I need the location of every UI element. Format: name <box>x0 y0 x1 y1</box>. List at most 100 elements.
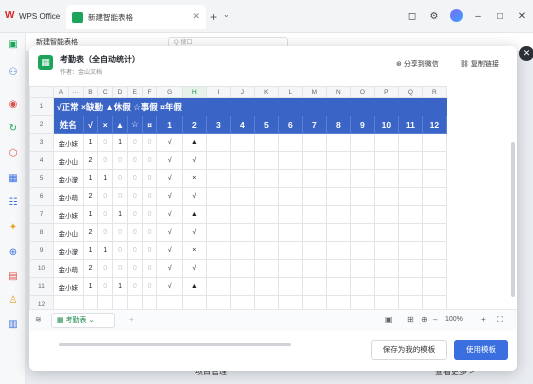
count-cell[interactable]: 0 <box>97 205 114 224</box>
day-cell[interactable]: ▲ <box>181 133 207 152</box>
empty-cell[interactable] <box>373 223 399 242</box>
settings-icon[interactable]: ⚙ <box>423 11 445 22</box>
count-cell[interactable]: 0 <box>141 223 158 242</box>
empty-cell[interactable] <box>205 187 231 206</box>
empty-cell[interactable] <box>229 223 255 242</box>
legend-cell[interactable]: √正常 ×缺勤 ▲休假 ☆事假 ¤年假 <box>53 97 183 116</box>
empty-cell[interactable] <box>253 151 279 170</box>
empty-cell[interactable] <box>253 277 279 296</box>
column-header[interactable]: B <box>82 86 99 98</box>
empty-cell[interactable] <box>325 205 351 224</box>
day-cell[interactable]: × <box>181 169 207 188</box>
column-header[interactable]: L <box>277 86 303 98</box>
day-cell[interactable]: √ <box>156 151 183 170</box>
empty-cell[interactable] <box>301 259 327 278</box>
count-cell[interactable]: 0 <box>141 133 158 152</box>
name-cell[interactable]: 金小萌 <box>53 259 84 278</box>
empty-cell[interactable] <box>349 277 375 296</box>
empty-cell[interactable] <box>277 205 303 224</box>
empty-cell[interactable] <box>373 133 399 152</box>
empty-cell[interactable] <box>253 169 279 188</box>
sheet-icon[interactable]: ▣ <box>7 39 19 51</box>
day-cell[interactable]: ▲ <box>181 277 207 296</box>
empty-cell[interactable] <box>397 169 423 188</box>
empty-cell[interactable] <box>397 151 423 170</box>
header-cell[interactable]: 5 <box>253 115 279 134</box>
header-cell[interactable]: 6 <box>277 115 303 134</box>
count-cell[interactable]: 0 <box>126 205 143 224</box>
count-cell[interactable]: 0 <box>97 133 114 152</box>
count-cell[interactable]: 0 <box>126 223 143 242</box>
empty-cell[interactable] <box>229 133 255 152</box>
row-header[interactable]: 1 <box>29 97 54 116</box>
globe-icon[interactable]: ⊕ <box>7 247 19 259</box>
header-cell[interactable]: ¤ <box>141 115 158 134</box>
empty-cell[interactable] <box>421 241 447 260</box>
empty-cell[interactable] <box>205 169 231 188</box>
name-cell[interactable]: 金小濛 <box>53 241 84 260</box>
count-cell[interactable]: 0 <box>141 169 158 188</box>
legend-fill-cell[interactable] <box>301 97 327 116</box>
empty-cell[interactable] <box>421 133 447 152</box>
name-cell[interactable]: 金小山 <box>53 223 84 242</box>
column-header[interactable]: C <box>97 86 114 98</box>
header-cell[interactable]: 9 <box>349 115 375 134</box>
empty-cell[interactable] <box>205 133 231 152</box>
empty-cell[interactable] <box>397 187 423 206</box>
count-cell[interactable]: 0 <box>126 259 143 278</box>
header-cell[interactable]: × <box>97 115 114 134</box>
avatar[interactable] <box>445 8 467 25</box>
crosshair-icon[interactable]: ⊕ <box>421 315 428 324</box>
empty-cell[interactable] <box>253 223 279 242</box>
empty-cell[interactable] <box>229 169 255 188</box>
empty-cell[interactable] <box>373 259 399 278</box>
row-header[interactable]: 5 <box>29 169 54 188</box>
column-header[interactable]: O <box>349 86 375 98</box>
empty-cell[interactable] <box>349 241 375 260</box>
view-icon[interactable]: ⊞ <box>407 315 414 324</box>
row-header[interactable]: 6 <box>29 187 54 206</box>
legend-fill-cell[interactable] <box>253 97 279 116</box>
empty-cell[interactable] <box>277 151 303 170</box>
empty-cell[interactable] <box>301 133 327 152</box>
empty-cell[interactable] <box>277 187 303 206</box>
empty-cell[interactable] <box>301 151 327 170</box>
row-header[interactable]: 8 <box>29 223 54 242</box>
count-cell[interactable]: 0 <box>97 151 114 170</box>
empty-cell[interactable] <box>205 241 231 260</box>
name-cell[interactable]: 金小萌 <box>53 187 84 206</box>
row-header[interactable]: 4 <box>29 151 54 170</box>
name-cell[interactable]: 金小妹 <box>53 277 84 296</box>
day-cell[interactable]: √ <box>181 151 207 170</box>
empty-cell[interactable] <box>205 277 231 296</box>
column-header[interactable]: D <box>112 86 128 98</box>
empty-cell[interactable] <box>397 205 423 224</box>
empty-cell[interactable] <box>421 205 447 224</box>
empty-cell[interactable] <box>373 169 399 188</box>
day-cell[interactable]: √ <box>181 223 207 242</box>
empty-cell[interactable] <box>301 169 327 188</box>
column-header[interactable]: A <box>53 86 69 98</box>
chevron-down-icon[interactable]: ⌄ <box>223 10 230 19</box>
empty-cell[interactable] <box>277 133 303 152</box>
count-cell[interactable]: 1 <box>82 277 99 296</box>
empty-cell[interactable] <box>421 277 447 296</box>
new-tab-button[interactable]: + <box>210 10 217 24</box>
day-cell[interactable]: √ <box>156 259 183 278</box>
day-cell[interactable]: √ <box>156 205 183 224</box>
sheet-tab[interactable]: ▦ 考勤表 ⌄ <box>51 313 115 328</box>
empty-cell[interactable] <box>277 223 303 242</box>
name-cell[interactable]: 金小山 <box>53 151 84 170</box>
header-cell[interactable]: 12 <box>421 115 447 134</box>
empty-cell[interactable] <box>421 187 447 206</box>
legend-fill-cell[interactable] <box>397 97 423 116</box>
empty-cell[interactable] <box>253 133 279 152</box>
spreadsheet-grid[interactable]: A ··· B C D E F G H I J K L M N O P Q R 1 √正常 ×缺勤 ▲休假 ☆事假 ¤年… <box>29 86 517 346</box>
header-cell[interactable]: 8 <box>325 115 351 134</box>
use-template-button[interactable]: 使用模板 <box>454 340 508 360</box>
empty-cell[interactable] <box>325 277 351 296</box>
count-cell[interactable]: 1 <box>112 277 128 296</box>
header-cell[interactable]: 7 <box>301 115 327 134</box>
empty-cell[interactable] <box>421 223 447 242</box>
legend-fill-cell[interactable] <box>325 97 351 116</box>
